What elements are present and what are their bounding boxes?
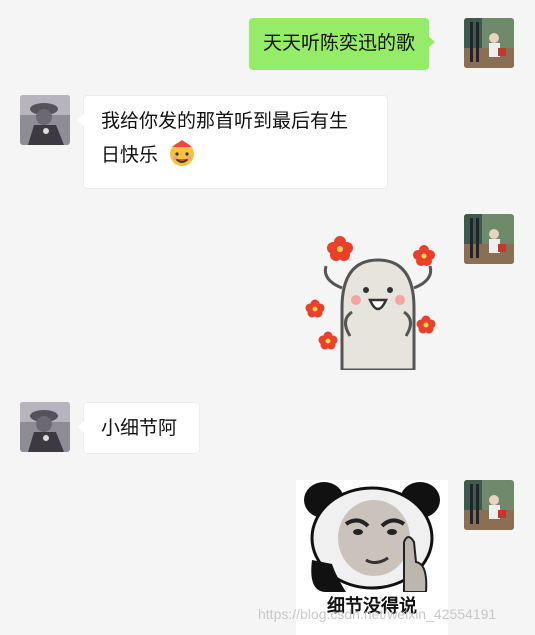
message-text-line-1: 我给你发的那首听到最后有生 (101, 110, 349, 132)
avatar-photo-icon (464, 480, 514, 530)
message-text: 小细节阿 (101, 417, 178, 439)
message-bubble-received[interactable]: 小细节阿 (77, 402, 200, 454)
my-avatar[interactable] (464, 480, 514, 530)
sticker-happy-cartoon[interactable] (300, 228, 445, 372)
message-text-line-2-text: 日快乐 (101, 144, 159, 166)
birthday-face-emoji-icon (170, 140, 195, 166)
avatar-photo-icon (464, 18, 514, 68)
message-bubble-sent[interactable]: 天天听陈奕迅的歌 (249, 18, 436, 70)
avatar-photo-icon (464, 214, 514, 264)
watermark-text: https://blog.csdn.net/weixin_42554191 (258, 606, 497, 622)
message-text: 天天听陈奕迅的歌 (263, 32, 416, 54)
happy-cartoon-sticker-icon (305, 236, 436, 372)
my-avatar[interactable] (464, 214, 514, 264)
avatar-photo-icon (20, 95, 70, 145)
contact-avatar[interactable] (20, 95, 70, 145)
my-avatar[interactable] (464, 18, 514, 68)
contact-avatar[interactable] (20, 402, 70, 452)
message-text-line-2: 日快乐 (101, 138, 370, 172)
avatar-photo-icon (20, 402, 70, 452)
panda-meme-sticker-icon (296, 480, 448, 593)
message-bubble-received[interactable]: 我给你发的那首听到最后有生 日快乐 (77, 95, 388, 189)
